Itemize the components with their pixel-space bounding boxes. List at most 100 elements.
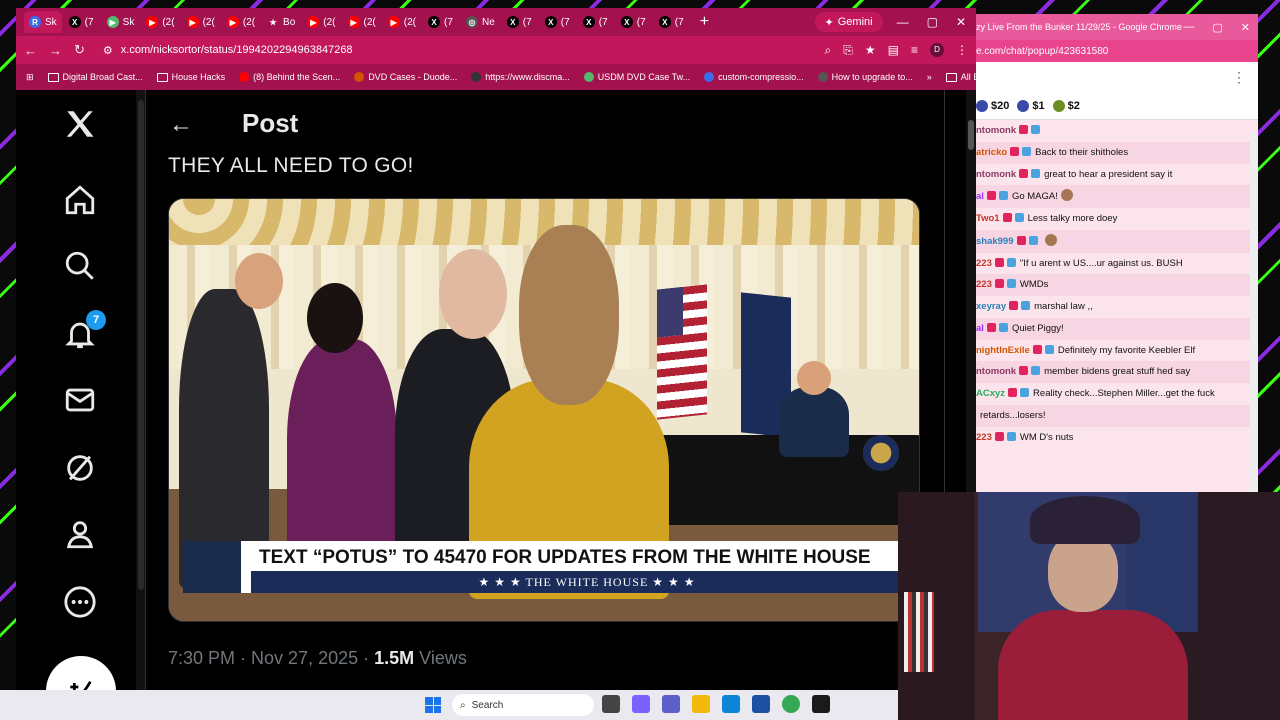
member-badge-icon [1020,388,1030,398]
browser-tab[interactable]: ▶ (2( [302,11,340,33]
chat-username[interactable]: xeyray [976,301,1006,312]
reload-icon[interactable]: ↻ [74,42,85,58]
chat-scrollbar[interactable] [1250,132,1258,492]
copilot-icon[interactable] [632,695,650,713]
bookmark-item[interactable]: USDM DVD Case Tw... [583,72,690,82]
media-icon[interactable]: ≡ [911,43,918,58]
bookmark-item[interactable]: (8) Behind the Scen... [239,72,340,82]
bookmark-star-icon[interactable]: ★ [865,43,876,58]
chrome-icon[interactable] [782,695,800,713]
menu-icon[interactable]: ⋮ [956,43,968,58]
tip-badge[interactable]: $20 [976,99,1010,112]
bookmark-item[interactable]: Digital Broad Cast... [47,72,143,82]
chat-username[interactable]: nightInExile [976,345,1030,356]
back-icon[interactable]: ← [24,43,37,58]
grok-icon[interactable] [60,448,100,488]
back-arrow-icon[interactable]: ← [166,110,196,140]
bookmark-favicon-icon [583,72,594,82]
chat-menu-icon[interactable]: ⋮ [1232,69,1246,86]
compose-post-button[interactable] [46,656,116,690]
browser-tab[interactable]: ▶ (2( [182,11,220,33]
browser-tab[interactable]: X (7 [540,11,576,33]
bookmark-item[interactable]: House Hacks [156,72,225,82]
more-icon[interactable] [60,582,100,622]
tip-amount: $20 [991,99,1010,112]
browser-tab[interactable]: ▶ (2( [343,11,381,33]
forward-icon[interactable]: → [49,43,62,58]
chat-message-text: WM D's nuts [1019,431,1074,443]
zoom-icon[interactable]: ⌕ [825,43,832,58]
bookmark-item[interactable]: DVD Cases - Duode... [354,72,457,82]
all-bookmarks[interactable]: All Bookmarks [945,72,976,82]
chat-username[interactable]: ACxyz [976,388,1005,399]
site-info-icon[interactable]: ⚙ [103,44,113,57]
home-icon[interactable] [60,180,100,220]
new-tab-button[interactable]: + [692,13,717,31]
sidepanel-icon[interactable]: ▤ [888,43,899,58]
browser-tab[interactable]: ★ Bo [262,11,300,33]
tip-badge[interactable]: $2 [1052,99,1080,112]
browser-tab[interactable]: ◎ Ne [461,11,500,33]
profile-avatar[interactable]: D [930,42,944,57]
address-bar[interactable]: ⚙ x.com/nicksortor/status/19942022949638… [97,39,813,61]
close-icon[interactable]: ✕ [956,15,966,29]
chat-username[interactable]: 223 [976,258,992,269]
bookmark-item[interactable]: custom-compressio... [704,72,804,82]
chat-username[interactable]: ntomonk [976,169,1016,180]
messages-icon[interactable] [60,380,100,420]
chat-username[interactable]: shak999 [976,236,1014,247]
chat-username[interactable]: 223 [976,432,992,443]
chat-close-icon[interactable]: ✕ [1241,21,1250,34]
browser-tab[interactable]: ▶ (2( [141,11,179,33]
chyron-main-text: TEXT “POTUS” TO 45470 FOR UPDATES FROM T… [259,547,871,568]
notifications-icon[interactable]: 7 [60,310,106,354]
taskbar-search[interactable]: ⌕ Search [452,694,594,716]
notifications-badge: 7 [86,310,106,330]
browser-tab[interactable]: X (7 [616,11,652,33]
member-badge-icon [998,322,1008,332]
post-timestamp[interactable]: 7:30 PM · Nov 27, 2025 · [168,648,374,668]
bookmarks-overflow-icon[interactable]: » [927,72,932,82]
minimize-icon[interactable]: — [897,15,909,29]
chat-username[interactable]: al [976,191,984,202]
window-controls: — ▢ ✕ [897,15,976,29]
browser-tab[interactable]: X (7 [654,11,690,33]
chat-maximize-icon[interactable]: ▢ [1212,21,1222,34]
browser-tab[interactable]: X (7 [64,11,100,33]
explore-icon[interactable] [60,246,100,286]
store-icon[interactable] [752,695,770,713]
tip-badge[interactable]: $1 [1017,99,1045,112]
teams-icon[interactable] [662,695,680,713]
chat-username[interactable]: atricko [976,147,1007,158]
obs-icon[interactable] [812,695,830,713]
apps-icon[interactable]: ⊞ [26,72,34,83]
browser-tab[interactable]: ▶ Sk [102,11,140,33]
file-explorer-icon[interactable] [692,695,710,713]
post-video[interactable]: TEXT “POTUS” TO 45470 FOR UPDATES FROM T… [168,198,920,622]
browser-tab[interactable]: ▶ (2( [222,11,260,33]
chat-username[interactable]: al [976,323,984,334]
maximize-icon[interactable]: ▢ [927,15,938,29]
chat-username[interactable]: 223 [976,279,992,290]
bookmark-item[interactable]: How to upgrade to... [817,72,913,82]
edge-icon[interactable] [722,695,740,713]
chat-minimize-icon[interactable]: — [1183,21,1194,34]
member-badge-icon [1031,125,1041,134]
browser-tab[interactable]: R Sk [24,11,62,33]
bookmark-item[interactable]: https://www.discma... [471,72,570,82]
task-view-icon[interactable] [602,695,620,713]
chat-address-bar[interactable]: e.com/chat/popup/423631580 [976,40,1258,62]
profile-icon[interactable] [60,514,100,554]
install-icon[interactable]: ⎘ [843,43,853,58]
gemini-button[interactable]: ✦ Gemini [814,12,883,32]
chat-username[interactable]: Two1 [976,213,1000,224]
browser-tab[interactable]: X (7 [578,11,614,33]
x-logo-icon[interactable] [60,104,100,144]
browser-tab[interactable]: X (7 [502,11,538,33]
chat-username[interactable]: ntomonk [976,366,1016,377]
bookmark-favicon-icon [354,72,365,82]
chat-username[interactable]: ntomonk [976,125,1016,136]
browser-tab[interactable]: ▶ (2( [383,11,421,33]
start-button-icon[interactable] [425,697,441,713]
browser-tab[interactable]: X (7 [423,11,459,33]
